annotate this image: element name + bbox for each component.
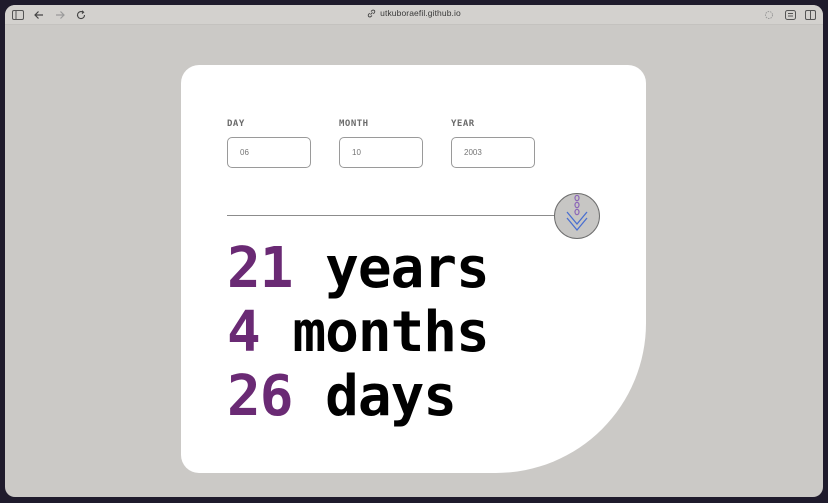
browser-toolbar: utkuboraefil.github.io <box>5 5 823 25</box>
years-value: 21 <box>227 236 293 301</box>
years-unit: years <box>325 236 490 301</box>
year-input[interactable] <box>451 137 535 168</box>
days-unit: days <box>325 364 457 429</box>
submit-button[interactable] <box>554 193 600 239</box>
months-value: 4 <box>227 300 261 365</box>
days-row: 26 days <box>227 365 489 429</box>
days-value: 26 <box>227 364 293 429</box>
year-field: YEAR <box>451 119 535 168</box>
month-label: MONTH <box>339 119 369 129</box>
link-icon <box>367 9 376 20</box>
day-input[interactable] <box>227 137 311 168</box>
years-row: 21 years <box>227 236 490 301</box>
arrow-down-icon <box>565 194 589 239</box>
months-row: 4 months <box>227 300 490 365</box>
divider <box>227 215 557 216</box>
day-label: DAY <box>227 119 245 129</box>
month-input[interactable] <box>339 137 423 168</box>
age-calculator-card: DAY MONTH YEAR 21 <box>181 65 646 473</box>
split-view-icon[interactable] <box>803 8 817 22</box>
address-bar[interactable]: utkuboraefil.github.io <box>5 8 823 20</box>
results: 21 years 4 months 26 days <box>227 236 490 429</box>
browser-window: utkuboraefil.github.io DAY MONTH YEAR <box>5 5 823 497</box>
reader-icon[interactable] <box>783 8 797 22</box>
year-label: YEAR <box>451 119 475 129</box>
url-text: utkuboraefil.github.io <box>380 8 461 18</box>
day-field: DAY <box>227 119 311 168</box>
extension-icon[interactable] <box>762 8 776 22</box>
month-field: MONTH <box>339 119 423 168</box>
months-unit: months <box>292 300 489 365</box>
